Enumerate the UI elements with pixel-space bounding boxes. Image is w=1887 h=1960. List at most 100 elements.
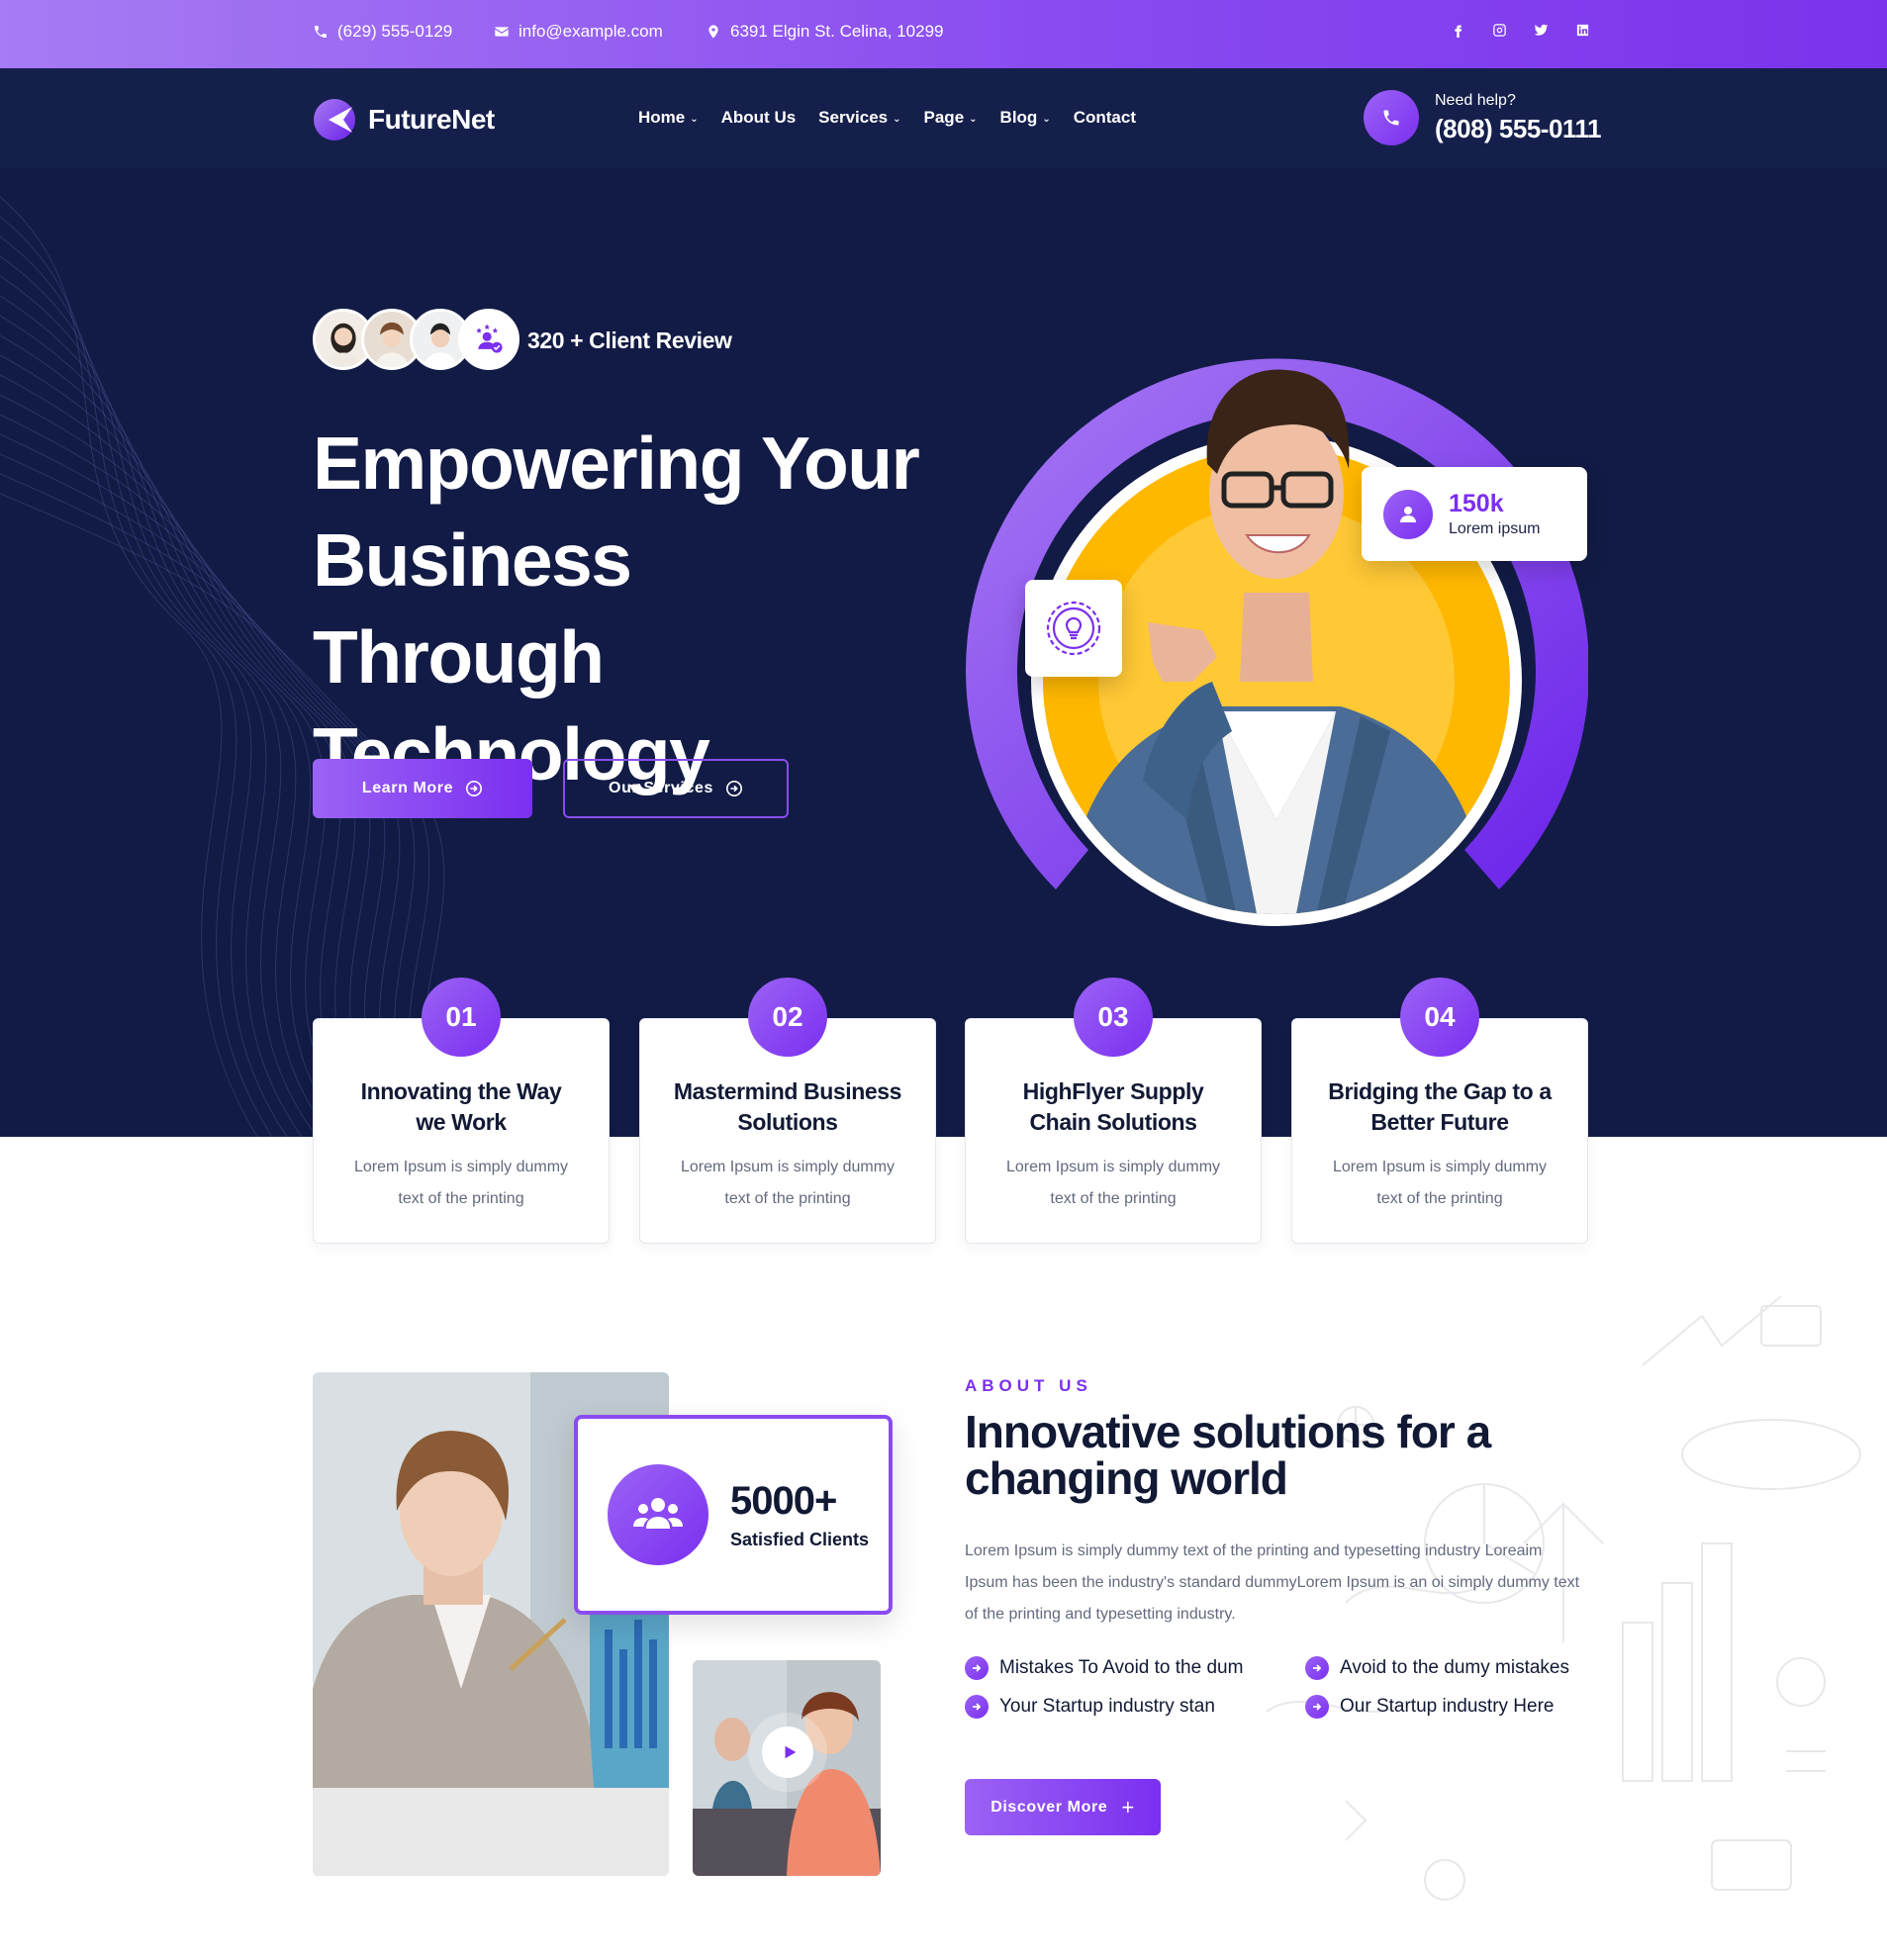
feature-title: Innovating the Way we Work	[360, 1078, 562, 1135]
nav-item-contact[interactable]: Contact	[1074, 108, 1136, 128]
about-paragraph: Lorem Ipsum is simply dummy text of the …	[965, 1542, 1580, 1623]
topbar-phone-text: (629) 555-0129	[337, 22, 453, 41]
arrow-right-circle-icon	[1305, 1695, 1329, 1719]
feature-card[interactable]: 01 Innovating the Way we Work Lorem Ipsum…	[313, 978, 610, 1244]
arrow-circle-right-icon	[466, 780, 483, 797]
headline-line: Business Through	[313, 518, 632, 699]
linkedin-icon[interactable]	[1574, 22, 1590, 38]
feature-desc: Lorem Ipsum is simply dummy text of the p…	[353, 1159, 569, 1207]
nav-item-blog[interactable]: Blog ⌄	[1000, 108, 1051, 128]
topbar-phone[interactable]: (629) 555-0129	[313, 22, 452, 42]
stat-label: Lorem ipsum	[1449, 520, 1541, 537]
learn-more-label: Learn More	[361, 780, 454, 796]
check-item: Your Startup industry stan	[965, 1695, 1305, 1719]
about-title-line: changing world	[965, 1452, 1288, 1504]
check-item: Our Startup industry Here	[1305, 1695, 1598, 1719]
feature-card[interactable]: 04 Bridging the Gap to a Better Future Lo…	[1291, 978, 1588, 1244]
user-icon	[1383, 489, 1433, 539]
feature-card[interactable]: 03 HighFlyer Supply Chain Solutions Lorem…	[965, 978, 1262, 1244]
feature-title: HighFlyer Supply Chain Solutions	[1022, 1078, 1204, 1135]
stat-card: 150k Lorem ipsum	[1362, 467, 1587, 561]
check-label: Avoid to the dumy mistakes	[1340, 1657, 1569, 1678]
check-item: Mistakes To Avoid to the dum	[965, 1656, 1305, 1680]
topbar-address: 6391 Elgin St. Celina, 10299	[706, 22, 944, 42]
video-thumbnail[interactable]	[693, 1660, 881, 1876]
discover-more-label: Discover More	[991, 1798, 1108, 1816]
our-services-button[interactable]: Our Services	[563, 759, 789, 818]
check-label: Mistakes To Avoid to the dum	[999, 1657, 1244, 1678]
topbar-email[interactable]: info@example.com	[494, 22, 663, 42]
feature-number-badge: 01	[422, 978, 501, 1057]
nav-menu: Home ⌄ About Us Services ⌄ Page ⌄ Blog ⌄ Con…	[638, 108, 1136, 128]
lightbulb-gear-icon	[1046, 601, 1101, 656]
social-links	[1450, 22, 1590, 38]
headline-line: Empowering Your	[313, 421, 920, 505]
arrow-right-circle-icon	[965, 1656, 989, 1680]
our-services-label: Our Services	[609, 780, 713, 796]
lightbulb-card	[1025, 580, 1122, 677]
twitter-icon[interactable]	[1533, 22, 1549, 38]
feature-title: Mastermind Business Solutions	[673, 1078, 902, 1135]
plus-icon: +	[1121, 1794, 1135, 1820]
feature-desc: Lorem Ipsum is simply dummy text of the p…	[1332, 1159, 1548, 1207]
nav-item-label: Home	[638, 108, 686, 127]
help-label: Need help?	[1435, 91, 1516, 109]
users-group-icon	[608, 1464, 708, 1565]
stat-value: 150k	[1449, 490, 1504, 517]
discover-more-button[interactable]: Discover More +	[965, 1779, 1161, 1835]
learn-more-button[interactable]: Learn More	[313, 759, 532, 818]
feature-title: Bridging the Gap to a Better Future	[1328, 1078, 1552, 1135]
arrow-right-circle-icon	[965, 1695, 989, 1719]
section-eyebrow: ABOUT US	[965, 1376, 1092, 1395]
mail-icon	[495, 27, 509, 37]
about-checklist: Mistakes To Avoid to the dum Avoid to th…	[965, 1656, 1598, 1719]
play-button[interactable]	[762, 1727, 813, 1778]
play-icon	[785, 1745, 796, 1759]
instagram-icon[interactable]	[1491, 22, 1507, 38]
nav-item-label: Blog	[999, 108, 1038, 127]
arrow-circle-right-icon	[725, 780, 742, 797]
client-review-count: 320 + Client Review	[527, 327, 732, 353]
main-navbar: FutureNet Home ⌄ About Us Services ⌄ Page ⌄…	[0, 68, 1887, 168]
check-item: Avoid to the dumy mistakes	[1305, 1656, 1598, 1680]
feature-desc: Lorem Ipsum is simply dummy text of the p…	[680, 1159, 896, 1207]
nav-item-home[interactable]: Home ⌄	[638, 108, 699, 128]
topbar-address-text: 6391 Elgin St. Celina, 10299	[730, 22, 944, 41]
satisfied-clients-card: 5000+ Satisfied Clients	[574, 1415, 893, 1615]
about-title-line: Innovative solutions for a	[965, 1406, 1491, 1457]
chevron-down-icon: ⌄	[893, 113, 901, 125]
facebook-icon[interactable]	[1450, 22, 1465, 38]
chevron-down-icon: ⌄	[969, 113, 978, 125]
client-avatars	[313, 309, 519, 370]
feature-cards: 01 Innovating the Way we Work Lorem Ipsum…	[313, 978, 1588, 1245]
feature-number-badge: 02	[748, 978, 827, 1057]
feature-desc: Lorem Ipsum is simply dummy text of the p…	[1005, 1159, 1221, 1207]
clients-value: 5000+	[730, 1479, 837, 1523]
hero-section: FutureNet Home ⌄ About Us Services ⌄ Page ⌄…	[0, 68, 1887, 1137]
location-pin-icon	[708, 25, 718, 39]
feature-card[interactable]: 02 Mastermind Business Solutions Lorem Ip…	[639, 978, 936, 1244]
phone-circle-icon	[1364, 90, 1419, 145]
nav-item-about[interactable]: About Us	[721, 108, 797, 128]
logo[interactable]: FutureNet	[313, 98, 495, 141]
nav-item-page[interactable]: Page ⌄	[924, 108, 978, 128]
nav-item-label: Contact	[1073, 108, 1136, 127]
chevron-down-icon: ⌄	[690, 113, 699, 125]
clients-label: Satisfied Clients	[730, 1530, 870, 1549]
help-phone: (808) 555-0111	[1435, 113, 1601, 143]
nav-item-services[interactable]: Services ⌄	[818, 108, 900, 128]
hero-headline: Empowering Your Business Through Technol…	[313, 415, 926, 802]
check-label: Our Startup industry Here	[1340, 1696, 1555, 1717]
phone-icon	[315, 26, 327, 38]
arrow-right-circle-icon	[1305, 1656, 1329, 1680]
top-bar: (629) 555-0129 info@example.com 6391 Elg…	[0, 0, 1887, 68]
logo-text: FutureNet	[368, 104, 495, 135]
logo-mark-icon	[314, 99, 355, 140]
check-label: Your Startup industry stan	[999, 1696, 1215, 1717]
help-contact[interactable]: Need help? (808) 555-0111	[1364, 90, 1601, 145]
feature-number-badge: 03	[1074, 978, 1153, 1057]
nav-item-label: Page	[923, 108, 965, 127]
nav-item-label: About Us	[720, 108, 797, 127]
chevron-down-icon: ⌄	[1042, 113, 1051, 125]
avatar-icon	[458, 309, 519, 370]
